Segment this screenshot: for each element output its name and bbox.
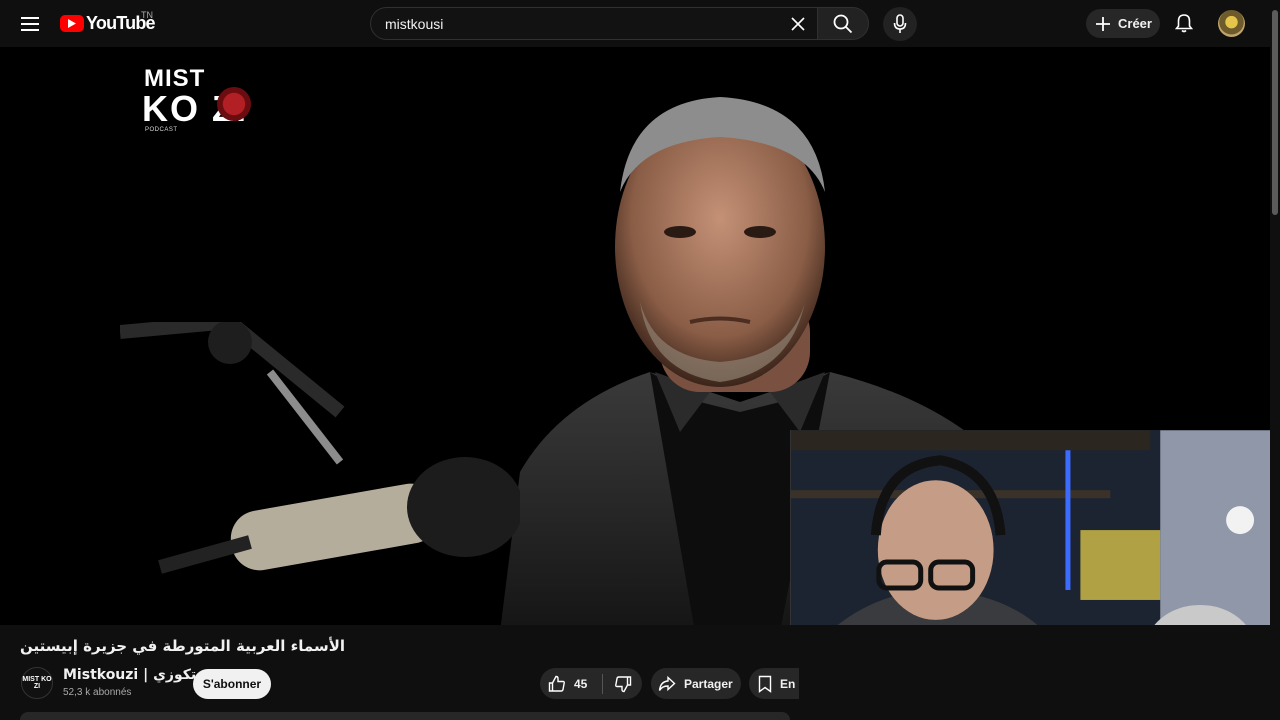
like-count: 45 <box>574 676 588 691</box>
subscriber-count: 52,3 k abonnés <box>63 687 132 698</box>
share-button[interactable]: Partager <box>651 668 741 699</box>
save-button[interactable]: En <box>749 668 799 699</box>
share-icon <box>658 675 676 691</box>
menu-button[interactable] <box>14 8 46 40</box>
close-icon <box>791 17 805 31</box>
plus-icon <box>1096 16 1110 31</box>
channel-avatar[interactable]: MIST KO ZI <box>21 667 53 699</box>
scrollbar-thumb[interactable] <box>1272 10 1278 215</box>
country-code: TN <box>141 10 153 20</box>
youtube-play-icon <box>60 14 84 32</box>
dislike-button[interactable] <box>603 668 642 699</box>
search-button[interactable] <box>817 7 869 40</box>
thumbs-down-icon <box>614 675 631 692</box>
webcam-overlay <box>790 430 1270 625</box>
watermark-line-3: PODCAST <box>145 127 178 133</box>
description-box[interactable] <box>20 712 790 720</box>
bell-icon <box>1175 14 1193 33</box>
channel-watermark: MIST KO ZI PODCAST <box>142 65 309 135</box>
bookmark-icon <box>758 675 772 693</box>
account-avatar[interactable] <box>1218 10 1245 37</box>
create-label: Créer <box>1118 16 1152 31</box>
notifications-button[interactable] <box>1170 9 1198 37</box>
thumbs-up-icon <box>548 675 565 692</box>
hamburger-icon <box>21 17 39 31</box>
video-title: الأسماء العربية المتورطة في جزيرة إبيستي… <box>20 637 346 655</box>
search-box <box>370 7 817 40</box>
save-label: En <box>780 676 796 691</box>
like-button[interactable]: 45 <box>540 668 602 699</box>
like-dislike-group: 45 <box>540 668 642 699</box>
create-button[interactable]: Créer <box>1086 9 1160 38</box>
clear-search-button[interactable] <box>785 12 811 36</box>
subscribe-button[interactable]: S'abonner <box>193 669 271 699</box>
mic-emblem-icon <box>217 87 251 121</box>
masthead: YouTube TN Créer <box>0 0 1270 47</box>
voice-search-button[interactable] <box>883 7 917 41</box>
microphone-prop <box>120 322 520 574</box>
microphone-icon <box>893 14 907 33</box>
search-icon <box>833 14 853 33</box>
share-label: Partager <box>684 676 733 691</box>
page-scrollbar[interactable] <box>1270 0 1280 720</box>
search-input[interactable] <box>385 15 775 32</box>
video-player[interactable]: MIST KO ZI PODCAST <box>0 47 1270 625</box>
